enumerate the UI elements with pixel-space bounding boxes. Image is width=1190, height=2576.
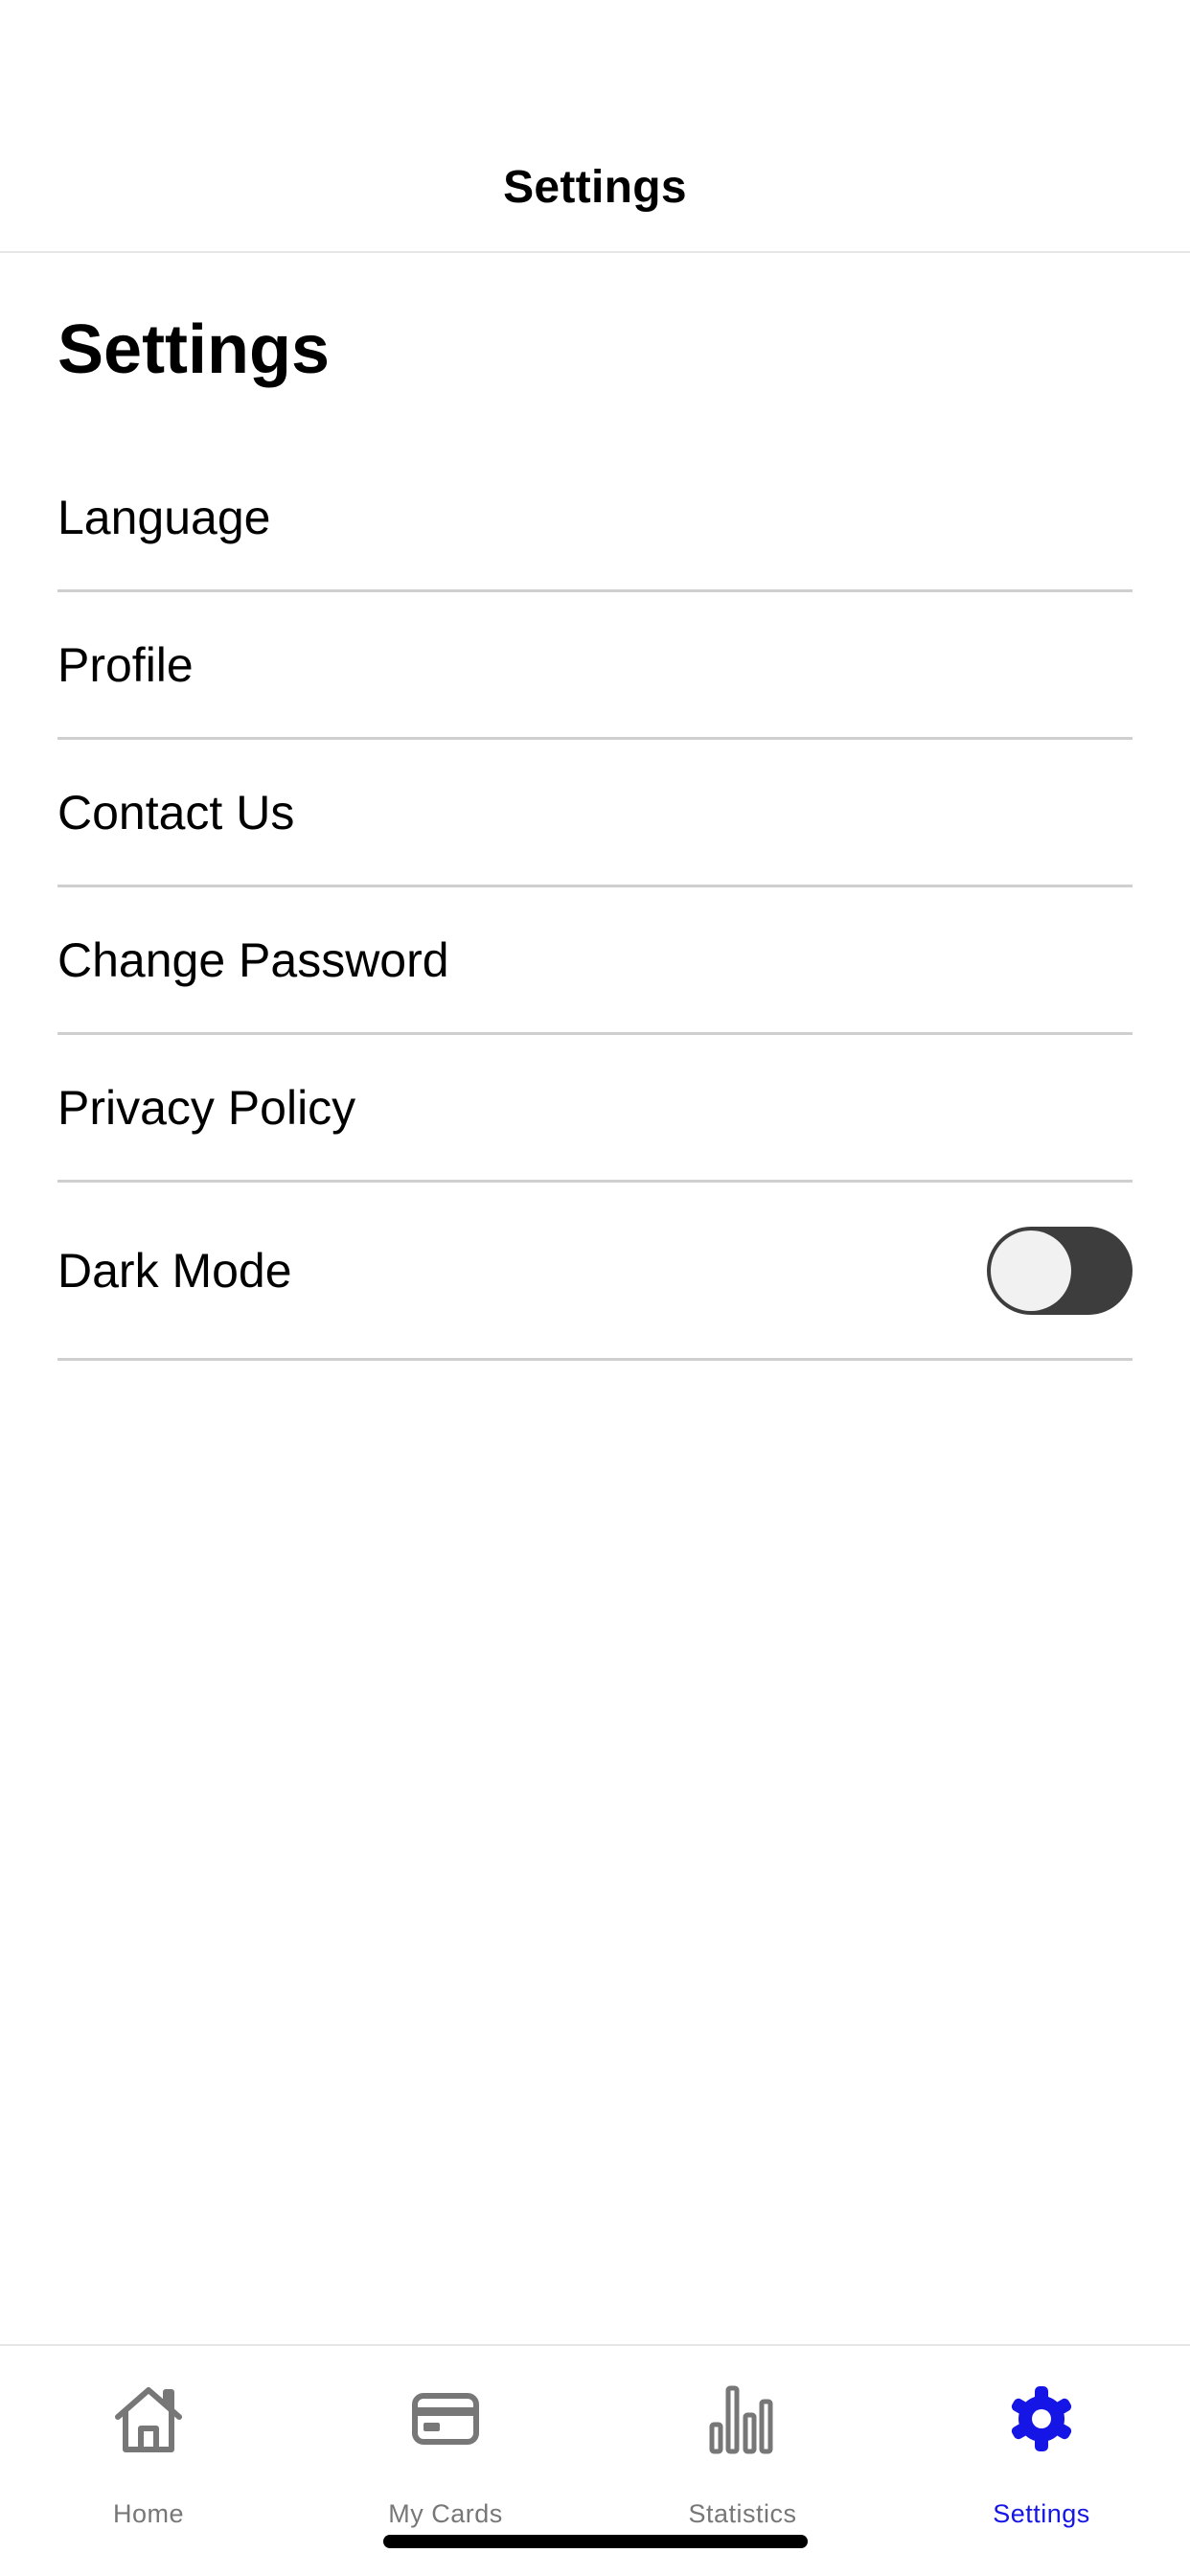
page-title: Settings bbox=[57, 311, 331, 388]
settings-item-label: Privacy Policy bbox=[57, 1080, 356, 1135]
tab-settings[interactable]: Settings bbox=[893, 2346, 1190, 2538]
settings-item-label: Change Password bbox=[57, 932, 449, 987]
tab-label: Home bbox=[112, 2499, 185, 2528]
dark-mode-toggle[interactable] bbox=[987, 1226, 1133, 1315]
tab-label: Statistics bbox=[688, 2499, 797, 2528]
settings-list: Language Profile Contact Us Change Passw… bbox=[57, 445, 1133, 1361]
settings-item-dark-mode: Dark Mode bbox=[57, 1183, 1133, 1361]
toggle-knob bbox=[991, 1230, 1071, 1311]
tab-label: My Cards bbox=[388, 2499, 503, 2528]
tab-statistics[interactable]: Statistics bbox=[594, 2346, 891, 2538]
bar-chart-icon bbox=[709, 2385, 773, 2454]
card-icon bbox=[412, 2393, 479, 2445]
settings-item-label: Profile bbox=[57, 637, 194, 692]
settings-item-label: Contact Us bbox=[57, 785, 295, 840]
settings-item-contact-us[interactable]: Contact Us bbox=[57, 740, 1133, 887]
home-icon bbox=[115, 2387, 182, 2452]
settings-item-profile[interactable]: Profile bbox=[57, 592, 1133, 740]
settings-item-privacy-policy[interactable]: Privacy Policy bbox=[57, 1035, 1133, 1183]
tab-home[interactable]: Home bbox=[0, 2346, 297, 2538]
home-indicator bbox=[383, 2535, 808, 2548]
tab-my-cards[interactable]: My Cards bbox=[297, 2346, 594, 2538]
settings-item-language[interactable]: Language bbox=[57, 445, 1133, 592]
navigation-header: Settings bbox=[0, 0, 1190, 253]
dark-mode-label: Dark Mode bbox=[57, 1243, 292, 1298]
settings-item-change-password[interactable]: Change Password bbox=[57, 887, 1133, 1035]
settings-item-label: Language bbox=[57, 490, 271, 544]
navigation-title: Settings bbox=[503, 162, 687, 213]
tab-label: Settings bbox=[993, 2499, 1090, 2528]
gear-icon bbox=[1011, 2386, 1072, 2451]
